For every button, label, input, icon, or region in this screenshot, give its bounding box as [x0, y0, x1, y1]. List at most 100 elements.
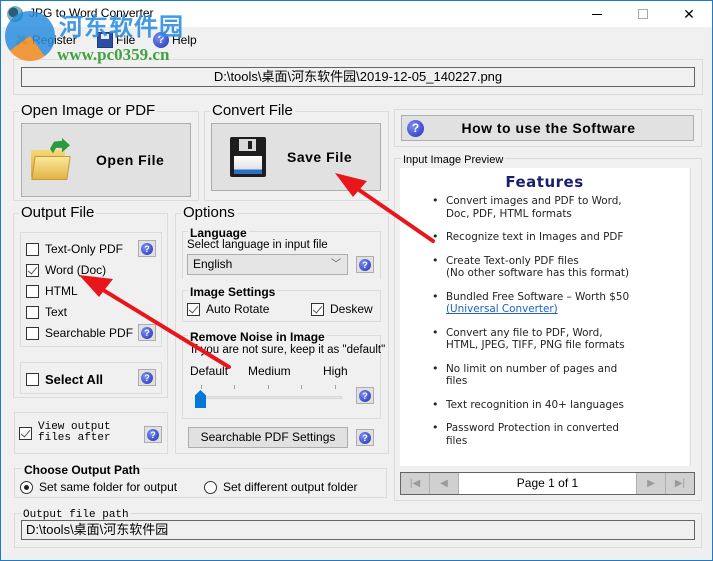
- help-icon: ?: [407, 119, 424, 137]
- feature-text: Recognize text in Images and PDF: [446, 231, 624, 243]
- preview-scrollbar[interactable]: [690, 168, 695, 466]
- checkbox-auto-rotate[interactable]: Auto Rotate: [187, 302, 269, 316]
- noise-help-button[interactable]: ?: [356, 387, 374, 404]
- searchable-pdf-checkbox[interactable]: [26, 326, 39, 340]
- save-disk-icon: [230, 137, 266, 177]
- text-only-pdf-checkbox[interactable]: [26, 242, 39, 256]
- auto-rotate-label: Auto Rotate: [206, 302, 270, 316]
- menu-help-label: Help: [172, 33, 197, 47]
- first-page-icon: |◀: [409, 478, 421, 489]
- feature-item: Recognize text in Images and PDF: [400, 231, 689, 244]
- close-button[interactable]: ✕: [666, 1, 712, 27]
- slider-tick: [301, 385, 302, 389]
- same-folder-radio[interactable]: [20, 480, 33, 494]
- menu-bar: Register File ? Help: [1, 27, 712, 51]
- chevron-down-icon: ﹀: [331, 259, 341, 270]
- searchable-pdf-help-button[interactable]: ?: [138, 324, 156, 341]
- checkbox-searchable-pdf[interactable]: Searchable PDF: [26, 326, 133, 340]
- help-icon: ?: [153, 32, 169, 48]
- menu-register-label: Register: [32, 33, 77, 47]
- feature-text: Text recognition in 40+ languages: [446, 398, 624, 411]
- output-file-path-field[interactable]: D:\tools\桌面\河东软件园: [21, 520, 695, 540]
- preview-group-title: Input Image Preview: [401, 152, 506, 168]
- open-file-button[interactable]: Open File: [21, 123, 191, 197]
- feature-item: Create Text-only PDF files(No other soft…: [400, 255, 689, 280]
- checkbox-html[interactable]: HTML: [26, 284, 78, 298]
- menu-register[interactable]: Register: [13, 31, 77, 49]
- feature-item: No limit on number of pages andfiles: [400, 363, 689, 388]
- different-folder-radio[interactable]: [204, 480, 217, 494]
- auto-rotate-checkbox[interactable]: [187, 302, 200, 316]
- next-page-button[interactable]: ▶: [636, 473, 665, 494]
- convert-file-group-title: Convert File: [210, 102, 295, 119]
- checkbox-select-all[interactable]: Select All: [26, 372, 103, 387]
- feature-text: No limit on number of pages and: [446, 362, 618, 375]
- deskew-label: Deskew: [330, 302, 373, 316]
- text-only-pdf-label: Text-Only PDF: [45, 242, 124, 256]
- checkbox-text[interactable]: Text: [26, 305, 67, 319]
- select-all-help-button[interactable]: ?: [138, 369, 156, 386]
- previous-page-button[interactable]: ◀: [430, 473, 459, 494]
- feature-text: Convert images and PDF to Word,: [446, 195, 622, 207]
- slider-tick: [335, 385, 336, 389]
- menu-file-label: File: [116, 33, 136, 47]
- last-page-button[interactable]: ▶|: [665, 473, 694, 494]
- title-bar: JPG to Word Converter ✕: [1, 1, 712, 27]
- checkbox-view-output[interactable]: View output files after: [19, 422, 111, 444]
- output-file-group-title: Output File: [19, 204, 97, 221]
- html-label: HTML: [45, 284, 78, 298]
- language-hint: Select language in input file: [187, 239, 328, 251]
- open-file-label: Open File: [96, 152, 165, 168]
- first-page-button[interactable]: |◀: [401, 473, 430, 494]
- input-path-field[interactable]: D:\tools\桌面\河东软件园\2019-12-05_140227.png: [21, 67, 695, 87]
- html-checkbox[interactable]: [26, 284, 39, 298]
- options-group-title: Options: [181, 204, 237, 221]
- text-only-pdf-help-button[interactable]: ?: [138, 240, 156, 257]
- feature-item: Text recognition in 40+ languages: [400, 399, 689, 412]
- feature-item: Convert images and PDF to Word,Doc, PDF,…: [400, 195, 689, 220]
- how-to-use-button[interactable]: ? How to use the Software: [401, 115, 694, 141]
- minimize-button[interactable]: [574, 1, 620, 27]
- checkbox-word-doc[interactable]: Word (Doc): [26, 263, 106, 277]
- view-output-label: View output files after: [38, 422, 111, 444]
- select-all-checkbox[interactable]: [26, 373, 39, 386]
- menu-help[interactable]: ? Help: [153, 31, 197, 49]
- noise-group-title: Remove Noise in Image: [188, 329, 327, 345]
- help-icon: ?: [141, 326, 153, 339]
- help-icon: ?: [141, 242, 153, 255]
- page-indicator: Page 1 of 1: [516, 476, 579, 490]
- deskew-checkbox[interactable]: [311, 302, 324, 316]
- language-select[interactable]: English ﹀: [187, 254, 348, 275]
- key-icon: [12, 31, 30, 49]
- checkbox-text-only-pdf[interactable]: Text-Only PDF: [26, 242, 123, 256]
- maximize-button[interactable]: [620, 1, 666, 27]
- feature-item: Bundled Free Software – Worth $50(Univer…: [400, 291, 689, 316]
- feature-text: Password Protection in converted: [446, 422, 620, 434]
- text-checkbox[interactable]: [26, 305, 39, 319]
- minimize-icon: [592, 13, 602, 15]
- view-output-help-button[interactable]: ?: [144, 426, 162, 443]
- universal-converter-link[interactable]: (Universal Converter): [446, 303, 673, 316]
- window-title: JPG to Word Converter: [29, 6, 154, 20]
- save-file-button[interactable]: Save File: [211, 123, 381, 191]
- searchable-pdf-settings-help-button[interactable]: ?: [356, 429, 374, 446]
- radio-same-folder[interactable]: Set same folder for output: [20, 480, 177, 494]
- searchable-pdf-settings-button[interactable]: Searchable PDF Settings: [188, 427, 348, 448]
- save-file-label: Save File: [287, 149, 353, 165]
- feature-text: Convert any file to PDF, Word,: [446, 326, 603, 339]
- feature-text: HTML, JPEG, TIFF, PNG file formats: [446, 339, 625, 351]
- menu-file[interactable]: File: [97, 31, 135, 49]
- word-doc-checkbox[interactable]: [26, 263, 39, 277]
- help-icon: ?: [141, 371, 153, 384]
- checkbox-deskew[interactable]: Deskew: [311, 302, 373, 316]
- noise-slider-track[interactable]: [204, 396, 342, 399]
- maximize-icon: [638, 9, 648, 19]
- feature-text: files: [446, 375, 468, 387]
- close-icon: ✕: [683, 5, 695, 22]
- language-help-button[interactable]: ?: [356, 256, 374, 273]
- word-doc-label: Word (Doc): [45, 263, 107, 277]
- feature-item: Password Protection in convertedfiles: [400, 422, 689, 447]
- folder-open-icon: [28, 138, 72, 182]
- view-output-checkbox[interactable]: [19, 426, 32, 440]
- radio-different-folder[interactable]: Set different output folder: [204, 480, 358, 494]
